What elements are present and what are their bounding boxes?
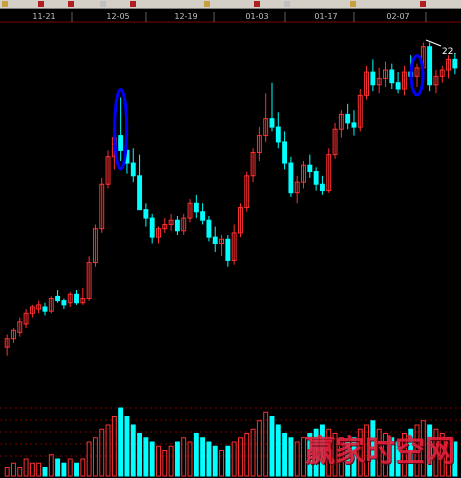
volume-bar <box>86 441 92 477</box>
zoom-icon[interactable] <box>68 1 74 7</box>
candle-body <box>275 126 281 143</box>
date-tick-label: 01-17 <box>314 12 337 21</box>
volume-bar <box>11 462 16 477</box>
volume-bar <box>36 462 42 477</box>
volume-bar <box>48 454 54 477</box>
candle-body <box>130 162 136 177</box>
arrow-icon[interactable] <box>420 1 426 7</box>
volume-bar <box>61 462 67 477</box>
candle-body <box>370 71 376 86</box>
volume-bar <box>80 458 86 477</box>
candle-body <box>307 164 313 173</box>
candle-body <box>319 183 325 192</box>
volume-bar <box>99 428 105 477</box>
volume-bar <box>74 462 79 477</box>
indicator-icon[interactable] <box>130 1 136 7</box>
candle-body <box>118 135 124 151</box>
zoom-out-icon[interactable] <box>350 1 356 7</box>
volume-bar <box>29 462 35 477</box>
date-tick-label: 01-03 <box>245 12 268 21</box>
candle-body <box>174 219 180 232</box>
candle-body <box>143 209 149 219</box>
date-axis: 11-21 12-05 12-19 01-03 01-17 02-07 <box>32 12 427 22</box>
volume-bar <box>238 437 243 477</box>
volume-bar <box>23 458 29 477</box>
volume-bar <box>67 458 73 477</box>
volume-bar <box>200 437 206 477</box>
candle-body <box>149 217 155 238</box>
volume-bar <box>130 424 136 477</box>
candle-body <box>389 69 395 84</box>
candle-body <box>345 113 351 124</box>
volume-bar <box>294 441 300 477</box>
volume-bar <box>55 458 61 477</box>
volume-bar <box>42 467 48 477</box>
candle-body <box>193 202 199 213</box>
volume-bar <box>105 424 111 477</box>
volume-bar <box>118 407 124 477</box>
candle-body <box>395 82 401 90</box>
volume-bar <box>181 437 187 477</box>
candles-layer <box>4 42 458 356</box>
candle-body <box>61 300 67 306</box>
price-pointer-line <box>425 39 442 47</box>
volume-bar <box>174 441 180 477</box>
volume-bar <box>143 437 149 477</box>
volume-bar <box>149 441 155 477</box>
candle-body <box>74 293 79 304</box>
candle-body <box>313 171 319 185</box>
volume-bar <box>288 437 294 477</box>
percent-icon[interactable] <box>254 1 260 7</box>
candle-body <box>427 46 433 86</box>
volume-bar <box>231 441 237 477</box>
volume-bar <box>206 441 212 477</box>
line-icon[interactable] <box>100 1 106 7</box>
volume-bar <box>92 437 98 477</box>
zoom-in-icon[interactable] <box>204 1 210 7</box>
volume-bar <box>187 441 193 477</box>
volume-bar <box>168 445 174 477</box>
candle-body <box>137 175 143 211</box>
date-tick-label: 02-07 <box>386 12 409 21</box>
highlight-ellipses-layer <box>113 54 425 171</box>
toolbar <box>0 0 461 9</box>
volume-bar <box>250 428 256 477</box>
volume-bar <box>111 416 117 477</box>
chart-tool-icon[interactable] <box>2 1 8 7</box>
volume-bar <box>156 445 161 477</box>
candle-body <box>282 141 288 164</box>
watermark: 赢家时空网 <box>305 434 455 469</box>
candle-body <box>206 219 212 238</box>
volume-bar <box>193 433 199 477</box>
volume-bar <box>244 433 250 477</box>
candle-body <box>225 238 231 261</box>
volume-bar <box>162 450 168 477</box>
candle-body <box>212 236 218 244</box>
date-tick-label: 11-21 <box>32 12 55 21</box>
volume-bar <box>4 467 10 477</box>
volume-bar <box>269 416 275 477</box>
volume-bar <box>225 445 231 477</box>
candle-body <box>452 58 458 69</box>
volume-bar <box>124 416 130 477</box>
volume-bar <box>219 450 224 477</box>
candle-body <box>55 295 61 302</box>
volume-bar <box>17 467 23 477</box>
number-icon[interactable] <box>284 1 290 7</box>
volume-bar <box>282 433 288 477</box>
date-tick-label: 12-05 <box>106 12 129 21</box>
volume-bar <box>275 424 281 477</box>
candle-body <box>269 118 275 128</box>
volume-bar <box>212 445 218 477</box>
draw-icon[interactable] <box>38 1 44 7</box>
candle-body <box>351 122 357 128</box>
volume-bar <box>137 433 143 477</box>
date-tick-label: 12-19 <box>174 12 197 21</box>
candle-body <box>200 211 206 221</box>
candle-body <box>42 306 48 312</box>
volume-bar <box>256 420 262 477</box>
candlestick-chart[interactable]: 11-21 12-05 12-19 01-03 01-17 02-07 22. <box>0 0 461 478</box>
candle-body <box>288 162 294 194</box>
price-label: 22. <box>442 47 456 57</box>
